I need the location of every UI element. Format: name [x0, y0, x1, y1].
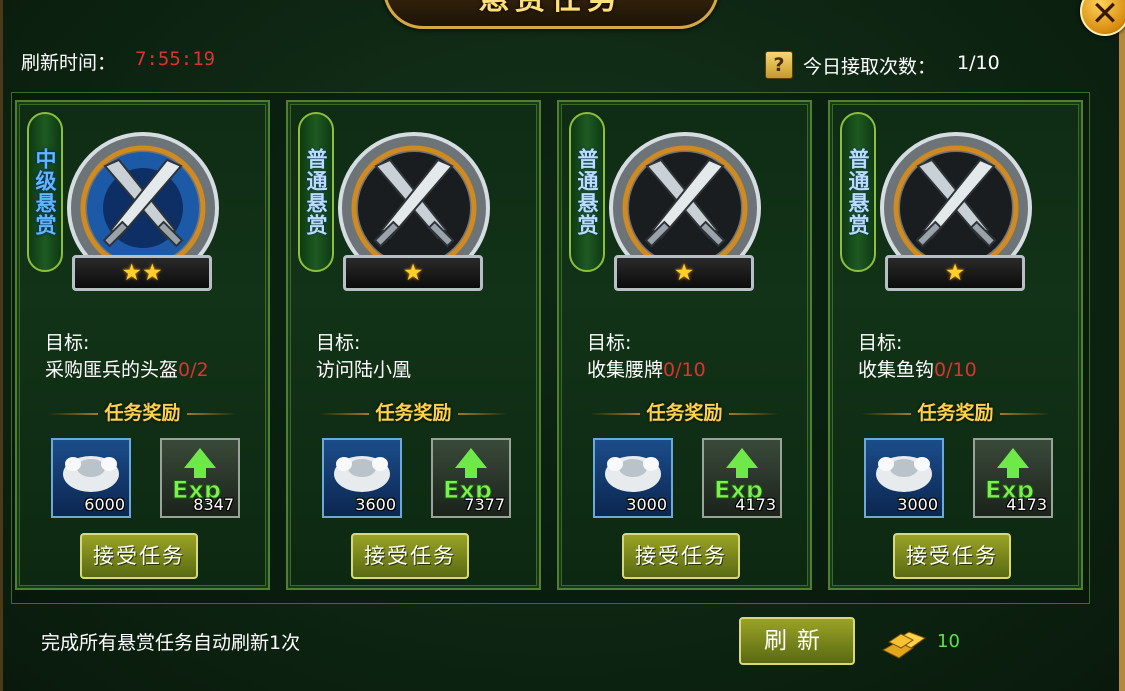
exp-amount: 4173 [1006, 495, 1047, 514]
reward-divider-right [999, 412, 1050, 415]
goal-label: 目标: [45, 332, 90, 354]
goal-label: 目标: [858, 332, 903, 354]
silver-amount: 3600 [355, 495, 396, 514]
quest-grade-label: 普通悬赏 [575, 148, 599, 236]
exp-reward-item[interactable]: Exp 4173 [702, 438, 782, 518]
goal-label: 目标: [587, 332, 632, 354]
reward-divider-left [48, 412, 99, 415]
goal-description: 访问陆小凰 [316, 359, 412, 381]
goal-description: 收集腰牌 [587, 359, 664, 381]
reward-title-text: 任务奖励 [104, 402, 181, 424]
refresh-time-value: 7:55:19 [135, 48, 216, 70]
quest-window: 悬赏任务 ✕ 刷新时间： 7:55:19 ? 今日接取次数： 1/10 中级悬赏… [0, 0, 1125, 691]
quest-card: 中级悬赏 ★★ 目标: 采购匪兵的头盔0/2 任务奖励 6000 Exp 834… [15, 100, 270, 590]
quest-card: 普通悬赏 ★ 目标: 收集鱼钩0/10 任务奖励 3000 Exp 4173 接… [828, 100, 1083, 590]
goal-progress: 0/2 [178, 359, 209, 381]
quest-card: 普通悬赏 ★ 目标: 访问陆小凰 任务奖励 3600 Exp 7377 接受任务 [286, 100, 541, 590]
goal-text: 采购匪兵的头盔0/2 [45, 355, 209, 382]
exp-reward-item[interactable]: Exp 4173 [973, 438, 1053, 518]
close-button[interactable]: ✕ [1080, 0, 1125, 36]
window-title-plate: 悬赏任务 [383, 0, 719, 29]
difficulty-stars: ★ [343, 255, 483, 291]
help-icon[interactable]: ? [765, 51, 793, 79]
quest-grade-tag: 普通悬赏 [840, 112, 876, 272]
reward-divider-right [457, 412, 508, 415]
goal-text: 收集鱼钩0/10 [858, 355, 977, 382]
reward-divider-right [186, 412, 237, 415]
window-title: 悬赏任务 [386, 0, 716, 20]
refresh-button[interactable]: 刷新 [739, 617, 855, 665]
silver-reward-item[interactable]: 6000 [51, 438, 131, 518]
reward-title: 任务奖励 [830, 398, 1081, 425]
goal-text: 收集腰牌0/10 [587, 355, 706, 382]
quest-grade-label: 普通悬赏 [304, 148, 328, 236]
daily-accept-count: 1/10 [957, 52, 1000, 74]
reward-title-text: 任务奖励 [917, 402, 994, 424]
reward-title-text: 任务奖励 [646, 402, 723, 424]
goal-label: 目标: [316, 332, 361, 354]
quest-grade-tag: 普通悬赏 [569, 112, 605, 272]
silver-amount: 3000 [626, 495, 667, 514]
quest-grade-label: 普通悬赏 [846, 148, 870, 236]
goal-progress: 0/10 [663, 359, 706, 381]
silver-reward-item[interactable]: 3000 [593, 438, 673, 518]
exp-reward-item[interactable]: Exp 8347 [160, 438, 240, 518]
accept-quest-button[interactable]: 接受任务 [622, 533, 740, 579]
refresh-time-label: 刷新时间： [21, 52, 117, 74]
reward-title-text: 任务奖励 [375, 402, 452, 424]
reward-divider-left [319, 412, 370, 415]
exp-reward-item[interactable]: Exp 7377 [431, 438, 511, 518]
exp-amount: 8347 [193, 495, 234, 514]
goal-description: 采购匪兵的头盔 [45, 359, 179, 381]
accept-quest-button[interactable]: 接受任务 [351, 533, 469, 579]
refresh-gold-cost: 10 [937, 631, 960, 652]
difficulty-stars: ★ [885, 255, 1025, 291]
quest-grade-tag: 普通悬赏 [298, 112, 334, 272]
silver-amount: 3000 [897, 495, 938, 514]
reward-divider-left [590, 412, 641, 415]
silver-amount: 6000 [84, 495, 125, 514]
daily-accept-label: 今日接取次数： [803, 56, 937, 78]
difficulty-stars: ★ [614, 255, 754, 291]
accept-quest-button[interactable]: 接受任务 [893, 533, 1011, 579]
reward-title: 任务奖励 [17, 398, 268, 425]
gold-ingot-icon [881, 631, 927, 659]
accept-quest-button[interactable]: 接受任务 [80, 533, 198, 579]
difficulty-stars: ★★ [72, 255, 212, 291]
quest-grade-tag: 中级悬赏 [27, 112, 63, 272]
exp-amount: 7377 [464, 495, 505, 514]
goal-text: 访问陆小凰 [316, 355, 411, 382]
goal-description: 收集鱼钩 [858, 359, 935, 381]
silver-reward-item[interactable]: 3000 [864, 438, 944, 518]
goal-progress: 0/10 [934, 359, 977, 381]
close-icon: ✕ [1090, 0, 1120, 34]
quest-grade-label: 中级悬赏 [33, 148, 57, 236]
reward-title: 任务奖励 [559, 398, 810, 425]
auto-refresh-note: 完成所有悬赏任务自动刷新1次 [41, 632, 301, 654]
silver-reward-item[interactable]: 3600 [322, 438, 402, 518]
reward-divider-left [861, 412, 912, 415]
exp-amount: 4173 [735, 495, 776, 514]
quest-card: 普通悬赏 ★ 目标: 收集腰牌0/10 任务奖励 3000 Exp 4173 接… [557, 100, 812, 590]
reward-divider-right [728, 412, 779, 415]
reward-title: 任务奖励 [288, 398, 539, 425]
